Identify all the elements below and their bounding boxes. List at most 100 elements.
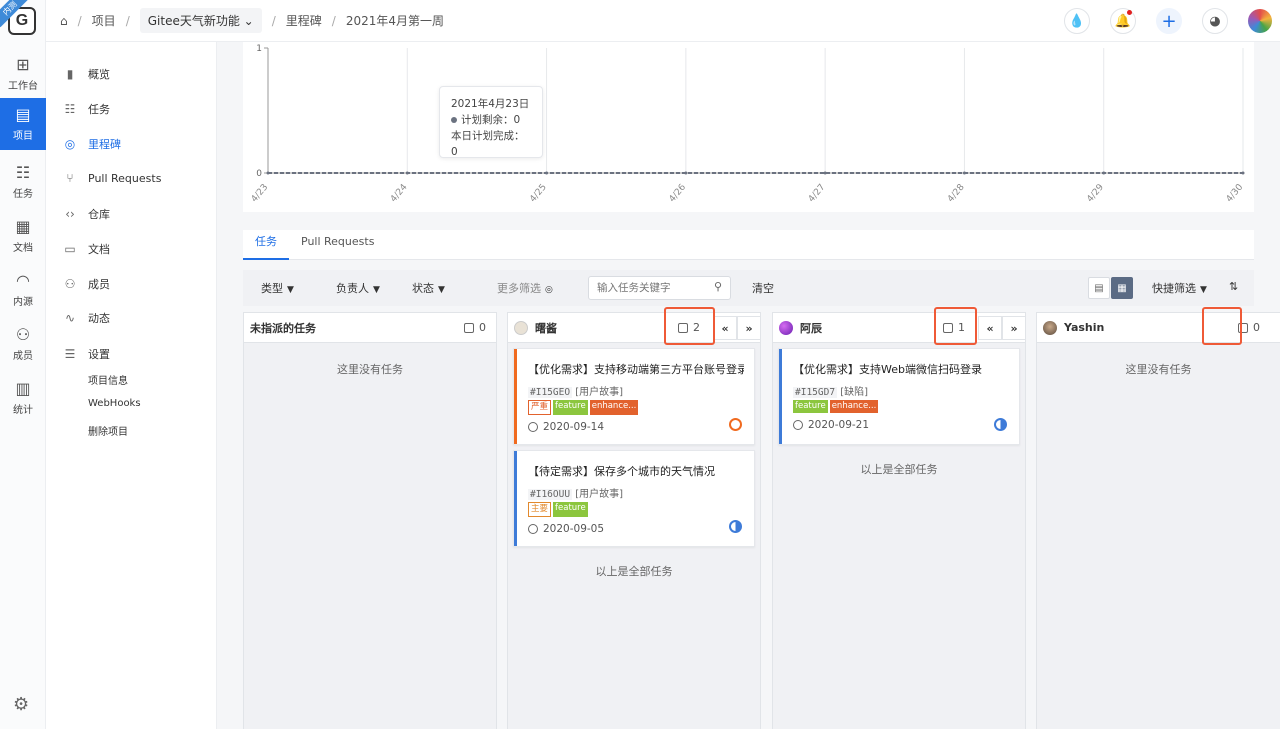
- x-tick-label: 4/27: [807, 183, 828, 205]
- series-dot: [451, 117, 457, 123]
- clear-filters-button[interactable]: 清空: [752, 280, 774, 296]
- tag-priority: 主要: [528, 502, 552, 517]
- rail-item-projects[interactable]: ▤ 项目: [0, 98, 46, 150]
- task-card[interactable]: 【待定需求】保存多个城市的天气情况 #I16OUU [用户故事] 主要 feat…: [513, 450, 755, 547]
- sidebar-item-milestones[interactable]: ◎ 里程碑: [64, 136, 121, 152]
- collapse-right-button[interactable]: »: [1002, 316, 1026, 340]
- status-icon[interactable]: [994, 418, 1007, 431]
- sidebar-item-tasks[interactable]: ☷ 任务: [64, 101, 110, 117]
- tag-feature: feature: [553, 502, 588, 517]
- board-view-button[interactable]: ▦: [1111, 277, 1133, 299]
- breadcrumb-projects[interactable]: 项目: [92, 12, 116, 29]
- sidebar-item-repo[interactable]: ‹› 仓库: [64, 206, 110, 222]
- sidebar-item-docs[interactable]: ▭ 文档: [64, 241, 110, 257]
- x-tick-label: 4/28: [946, 182, 967, 204]
- task-card[interactable]: 【优化需求】支持Web端微信扫码登录 #I15GD7 [缺陷] feature …: [778, 348, 1020, 445]
- collapse-left-button[interactable]: «: [978, 316, 1002, 340]
- tooltip-date: 2021年4月23日: [451, 98, 530, 110]
- series-point: [266, 171, 270, 175]
- tab-pull-requests[interactable]: Pull Requests: [289, 230, 386, 260]
- rail-item-members[interactable]: ⚇ 成员: [0, 318, 46, 370]
- x-tick-label: 4/23: [250, 183, 271, 205]
- chevron-down-icon: ▼: [438, 285, 445, 295]
- source-icon: ◠: [16, 271, 30, 290]
- sort-icon[interactable]: ⇅: [1229, 280, 1238, 293]
- sidebar-item-activity[interactable]: ∿ 动态: [64, 310, 110, 326]
- x-tick-label: 4/29: [1085, 182, 1106, 204]
- rail-item-workbench[interactable]: ⊞ 工作台: [0, 48, 46, 100]
- search-icon[interactable]: ⚲: [714, 280, 722, 293]
- tooltip-remaining: 计划剩余：0: [461, 114, 521, 126]
- settings-icon: ☰: [64, 347, 76, 361]
- add-button[interactable]: +: [1156, 8, 1182, 34]
- tab-tasks[interactable]: 任务: [243, 230, 289, 260]
- collapse-right-button[interactable]: »: [737, 316, 761, 340]
- status-icon[interactable]: [729, 418, 742, 431]
- filter-status[interactable]: 状态 ▼: [412, 280, 445, 296]
- series-point: [1102, 171, 1106, 175]
- home-icon[interactable]: ⌂: [60, 14, 68, 28]
- task-id: #I15GEO: [528, 387, 573, 398]
- clock-icon: [528, 524, 538, 534]
- drop-icon[interactable]: 💧: [1064, 8, 1090, 34]
- sidebar-sub-webhooks[interactable]: WebHooks: [88, 398, 141, 409]
- highlight-box: [934, 307, 977, 345]
- list-view-button[interactable]: ▤: [1088, 277, 1110, 299]
- code-icon: ‹›: [65, 207, 75, 221]
- x-tick-label: 4/30: [1225, 182, 1246, 204]
- task-kind: [用户故事]: [575, 387, 624, 398]
- task-card[interactable]: 【优化需求】支持移动端第三方平台账号登录 #I15GEO [用户故事] 严重 f…: [513, 348, 755, 445]
- column-header: 未指派的任务 0: [244, 313, 496, 343]
- x-tick-label: 4/26: [667, 182, 688, 204]
- chevron-circle-icon: ◎: [545, 285, 553, 295]
- task-search-input[interactable]: [588, 276, 731, 300]
- collapse-left-button[interactable]: «: [713, 316, 737, 340]
- status-icon[interactable]: [729, 520, 742, 533]
- board-column-user-1: 曙酱 2 « » 【优化需求】支持移动端第三方平台账号登录 #I15GEO [用…: [507, 312, 761, 729]
- tooltip-completed: 本日计划完成：0: [451, 130, 525, 158]
- empty-message: 这里没有任务: [1125, 363, 1192, 376]
- filter-assignee[interactable]: 负责人 ▼: [336, 280, 380, 296]
- board-column-unassigned: 未指派的任务 0 这里没有任务: [243, 312, 497, 729]
- sidebar-sub-delete-project[interactable]: 删除项目: [88, 423, 128, 438]
- task-icon: ☷: [15, 163, 31, 182]
- chart-svg: 4/23 4/24 4/25 4/26 4/27 4/28 4/29 4/30 0 1: [250, 44, 1246, 205]
- main-content: 4/23 4/24 4/25 4/26 4/27 4/28 4/29 4/30 0 1 2021年…: [217, 42, 1280, 729]
- settings-gear-icon[interactable]: ⚙: [13, 694, 29, 715]
- tag-enhancement: enhance...: [829, 400, 879, 413]
- top-actions: 💧 🔔 + ◕: [1064, 8, 1280, 34]
- sidebar-item-overview[interactable]: ▮ 概览: [64, 66, 110, 82]
- palette-icon[interactable]: ◕: [1202, 8, 1228, 34]
- board-view-icon: ▦: [1117, 282, 1127, 294]
- filter-type[interactable]: 类型 ▼: [261, 280, 294, 296]
- breadcrumb: ⌂ / 项目 / Gitee天气新功能 ⌄ / 里程碑 / 2021年4月第一周: [60, 8, 444, 33]
- sidebar-item-members[interactable]: ⚇ 成员: [64, 276, 110, 292]
- grid-icon: ⊞: [16, 55, 30, 74]
- rail-item-tasks[interactable]: ☷ 任务: [0, 156, 46, 208]
- tag-feature: feature: [793, 400, 828, 413]
- series-point: [1241, 171, 1245, 175]
- all-tasks-footer: 以上是全部任务: [595, 565, 673, 578]
- pull-request-icon: ⑂: [66, 171, 74, 185]
- rail-item-stats[interactable]: ▥ 统计: [0, 372, 46, 424]
- project-selector[interactable]: Gitee天气新功能 ⌄: [139, 8, 262, 33]
- task-title: 【优化需求】支持Web端微信扫码登录: [793, 363, 982, 376]
- sidebar-item-pull-requests[interactable]: ⑂ Pull Requests: [64, 171, 161, 185]
- left-rail: G 内测 ⊞ 工作台 ▤ 项目 ☷ 任务 ▦ 文档 ◠ 内源 ⚇ 成员 ▥ 统计…: [0, 0, 46, 729]
- rail-item-docs[interactable]: ▦ 文档: [0, 210, 46, 262]
- task-kind: [缺陷]: [840, 387, 869, 398]
- doc-icon: ▦: [15, 217, 31, 236]
- sidebar-sub-project-info[interactable]: 项目信息: [88, 372, 128, 387]
- rail-item-innersource[interactable]: ◠ 内源: [0, 264, 46, 316]
- breadcrumb-milestones[interactable]: 里程碑: [286, 12, 322, 29]
- x-tick-label: 4/24: [389, 182, 410, 204]
- sidebar-item-settings[interactable]: ☰ 设置: [64, 346, 110, 362]
- due-date: 2020-09-05: [543, 523, 605, 535]
- board-column-user-2: 阿辰 1 « » 【优化需求】支持Web端微信扫码登录 #I15GD7 [缺陷]…: [772, 312, 1026, 729]
- task-kind: [用户故事]: [575, 489, 624, 500]
- filter-more[interactable]: 更多筛选 ◎: [497, 280, 553, 296]
- user-avatar[interactable]: [1248, 9, 1272, 33]
- bell-icon[interactable]: 🔔: [1110, 8, 1136, 34]
- highlight-box: [664, 307, 715, 345]
- quick-filter[interactable]: 快捷筛选 ▼: [1152, 280, 1207, 296]
